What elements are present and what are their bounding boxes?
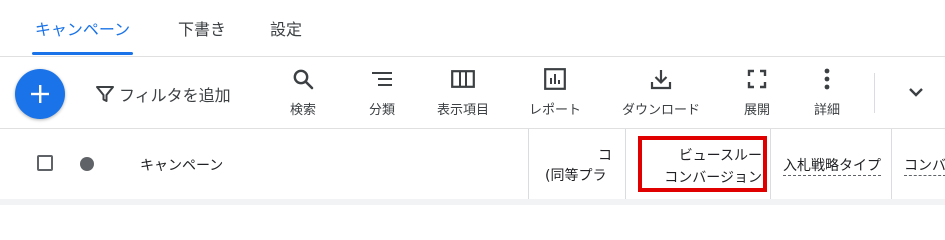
collapse-toolbar-button[interactable] — [905, 81, 927, 107]
reports-button[interactable]: レポート — [520, 65, 590, 123]
segment-button[interactable]: 分類 — [362, 65, 402, 123]
toolbar: フィルタを追加 検索 分類 表示項目 レポート ダウンロード 展開 詳細 — [0, 57, 945, 129]
tab-campaigns[interactable]: キャンペーン — [32, 0, 133, 56]
expand-label: 展開 — [743, 103, 770, 118]
header-bid-strategy[interactable]: 入札戦略タイプ — [783, 155, 883, 179]
search-label: 検索 — [289, 103, 316, 118]
select-all-checkbox[interactable] — [37, 155, 53, 171]
toolbar-separator — [874, 73, 875, 113]
expand-icon — [747, 69, 767, 89]
column-divider — [528, 129, 529, 199]
tab-drafts[interactable]: 下書き — [168, 0, 236, 56]
plus-icon — [31, 85, 49, 103]
filter-icon — [96, 86, 114, 102]
header-bid-strategy-label: 入札戦略タイプ — [783, 158, 881, 176]
reports-icon — [544, 68, 566, 90]
status-dot-icon — [80, 157, 94, 171]
column-divider — [770, 129, 771, 199]
tab-campaigns-label: キャンペーン — [34, 20, 131, 39]
columns-button[interactable]: 表示項目 — [428, 65, 498, 123]
chevron-down-icon — [909, 88, 923, 97]
columns-icon — [451, 70, 475, 88]
header-conversions-line1: コ — [598, 148, 612, 164]
header-conversions-line2: (同等プラ — [545, 168, 607, 184]
header-conversions-next-label: コンバ — [904, 158, 945, 176]
tab-settings-label: 設定 — [269, 20, 302, 39]
download-label: ダウンロード — [621, 103, 700, 118]
more-vert-icon — [824, 68, 830, 90]
expand-button[interactable]: 展開 — [737, 65, 777, 123]
add-filter-button[interactable]: フィルタを追加 — [95, 81, 231, 107]
download-icon — [650, 70, 672, 90]
add-campaign-button[interactable] — [15, 69, 65, 119]
segment-icon — [372, 72, 392, 86]
more-label: 詳細 — [813, 103, 840, 118]
active-tab-indicator — [32, 52, 133, 55]
header-conversions-next[interactable]: コンバ — [904, 155, 945, 179]
header-conversions[interactable]: コ (同等プラ — [530, 143, 612, 187]
column-divider — [891, 129, 892, 199]
header-campaign[interactable]: キャンペーン — [140, 155, 223, 175]
table-row-strip — [0, 199, 945, 205]
tab-settings[interactable]: 設定 — [262, 0, 310, 56]
download-button[interactable]: ダウンロード — [613, 65, 709, 123]
search-icon — [293, 69, 314, 90]
search-button[interactable]: 検索 — [283, 65, 323, 123]
table-header: キャンペーン コ (同等プラ ビュースルー コンバージョン 入札戦略タイプ コン… — [0, 129, 945, 199]
column-divider — [625, 129, 626, 199]
columns-label: 表示項目 — [436, 103, 489, 118]
reports-label: レポート — [528, 103, 581, 118]
tab-drafts-label: 下書き — [177, 20, 226, 39]
tab-bar: キャンペーン 下書き 設定 — [0, 0, 945, 56]
segment-label: 分類 — [368, 103, 395, 118]
more-button[interactable]: 詳細 — [807, 65, 847, 123]
add-filter-label: フィルタを追加 — [119, 86, 231, 105]
highlight-box — [638, 136, 767, 192]
